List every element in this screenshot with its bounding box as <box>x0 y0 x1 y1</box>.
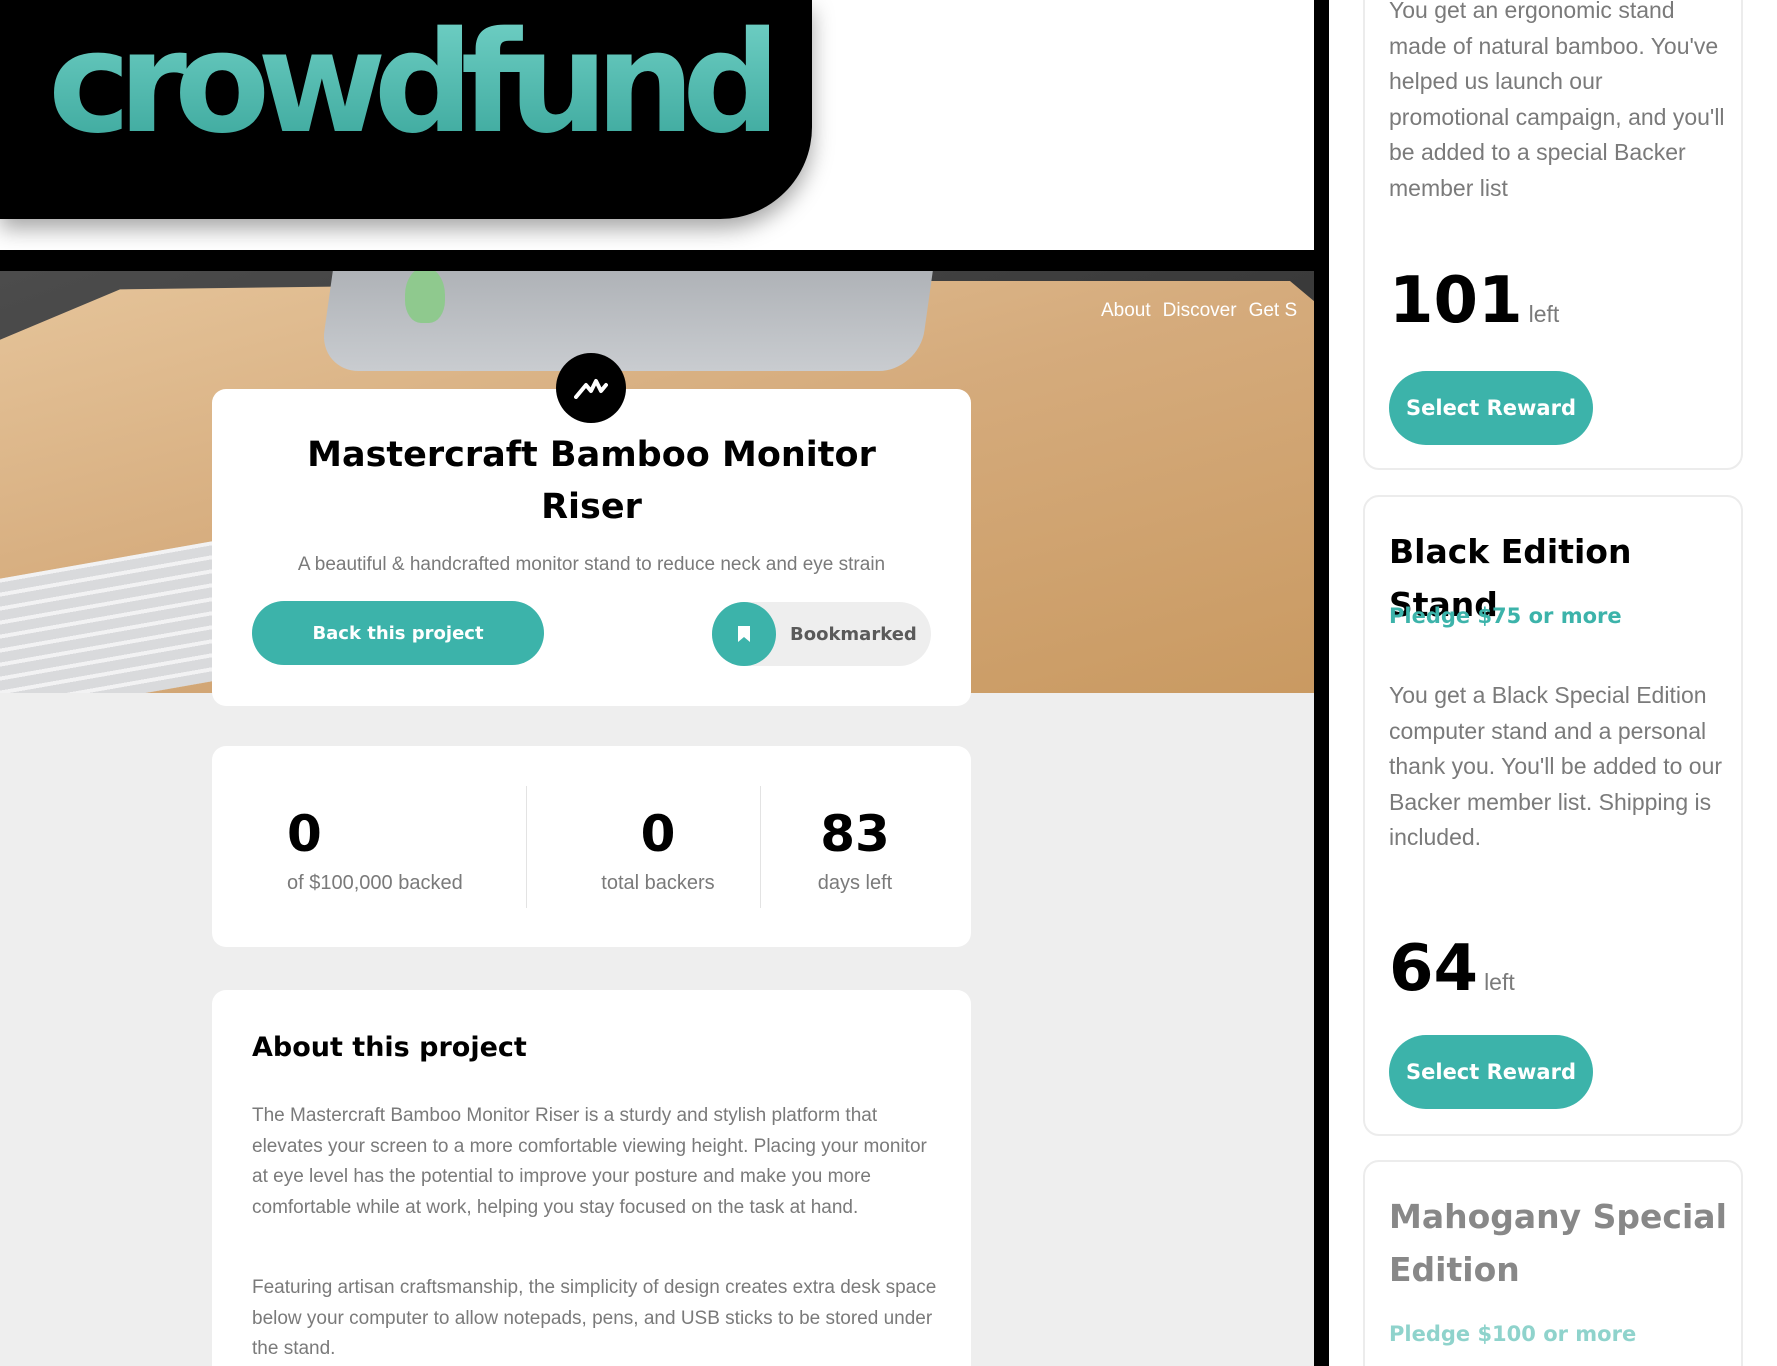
bookmark-icon <box>712 602 776 666</box>
reward-card-bamboo: You get an ergonomic stand made of natur… <box>1363 0 1743 470</box>
mastercraft-logo-icon <box>556 353 626 423</box>
stat-label: of $100,000 backed <box>287 872 463 894</box>
project-title: Mastercraft Bamboo Monitor Riser <box>307 435 876 527</box>
figurine-image <box>405 271 445 323</box>
stat-divider <box>760 786 761 908</box>
reward-count: 101 <box>1389 264 1523 338</box>
reward-title: Mahogany Special Edition <box>1389 1197 1727 1289</box>
top-nav: About Discover Get S <box>1101 300 1297 322</box>
about-card: About this project The Mastercraft Bambo… <box>212 990 971 1366</box>
browser-top-strip <box>0 250 1314 271</box>
stat-label: total backers <box>601 872 715 894</box>
bookmark-label: Bookmarked <box>790 623 917 645</box>
project-summary-card: Mastercraft Bamboo Monitor Riser A beaut… <box>212 353 971 706</box>
stat-days-left: 83 days left <box>780 806 930 895</box>
stat-divider <box>526 786 527 908</box>
reward-remaining: 101 left <box>1389 269 1559 333</box>
stat-label: days left <box>817 872 893 894</box>
about-paragraph: Featuring artisan craftsmanship, the sim… <box>252 1277 937 1359</box>
brand-banner: crowdfund <box>0 0 812 219</box>
page-frame: About Discover Get S Mastercraft Bamboo … <box>0 271 1314 1366</box>
about-paragraph: The Mastercraft Bamboo Monitor Riser is … <box>252 1105 927 1218</box>
about-title: About this project <box>252 1032 527 1063</box>
stat-backed: 0 of $100,000 backed <box>287 806 463 895</box>
reward-count-suffix: left <box>1528 301 1560 327</box>
column-divider <box>1314 0 1329 1366</box>
select-reward-button[interactable]: Select Reward <box>1389 371 1593 445</box>
stat-value: 0 <box>287 805 322 863</box>
project-page-mockup: crowdfund About Discover Get S Mastercra… <box>0 0 1314 1366</box>
reward-count-suffix: left <box>1484 969 1515 995</box>
reward-description: You get an ergonomic stand made of natur… <box>1389 0 1725 201</box>
stat-value: 0 <box>640 805 676 863</box>
select-reward-button[interactable]: Select Reward <box>1389 1035 1593 1109</box>
bookmark-button[interactable]: Bookmarked <box>712 602 931 666</box>
reward-remaining: 64 left <box>1389 937 1515 1001</box>
stat-backers: 0 total backers <box>558 806 758 895</box>
reward-pledge: Pledge $75 or more <box>1389 604 1622 628</box>
rewards-column: You get an ergonomic stand made of natur… <box>1329 0 1777 1366</box>
back-project-button[interactable]: Back this project <box>252 601 544 665</box>
crowdfund-logo: crowdfund <box>48 2 782 165</box>
reward-pledge: Pledge $100 or more <box>1389 1322 1637 1346</box>
stats-card: 0 of $100,000 backed 0 total backers 83 … <box>212 746 971 947</box>
nav-get-started-link[interactable]: Get S <box>1249 300 1298 322</box>
reward-card-black-edition: Black Edition Stand Pledge $75 or more Y… <box>1363 495 1743 1136</box>
stat-value: 83 <box>820 805 890 863</box>
nav-discover-link[interactable]: Discover <box>1163 300 1237 322</box>
project-description: A beautiful & handcrafted monitor stand … <box>297 554 886 575</box>
nav-about-link[interactable]: About <box>1101 300 1151 322</box>
reward-count: 64 <box>1389 932 1479 1006</box>
reward-description: You get a Black Special Edition computer… <box>1389 682 1723 850</box>
reward-card-mahogany: Mahogany Special Edition Pledge $100 or … <box>1363 1160 1743 1366</box>
